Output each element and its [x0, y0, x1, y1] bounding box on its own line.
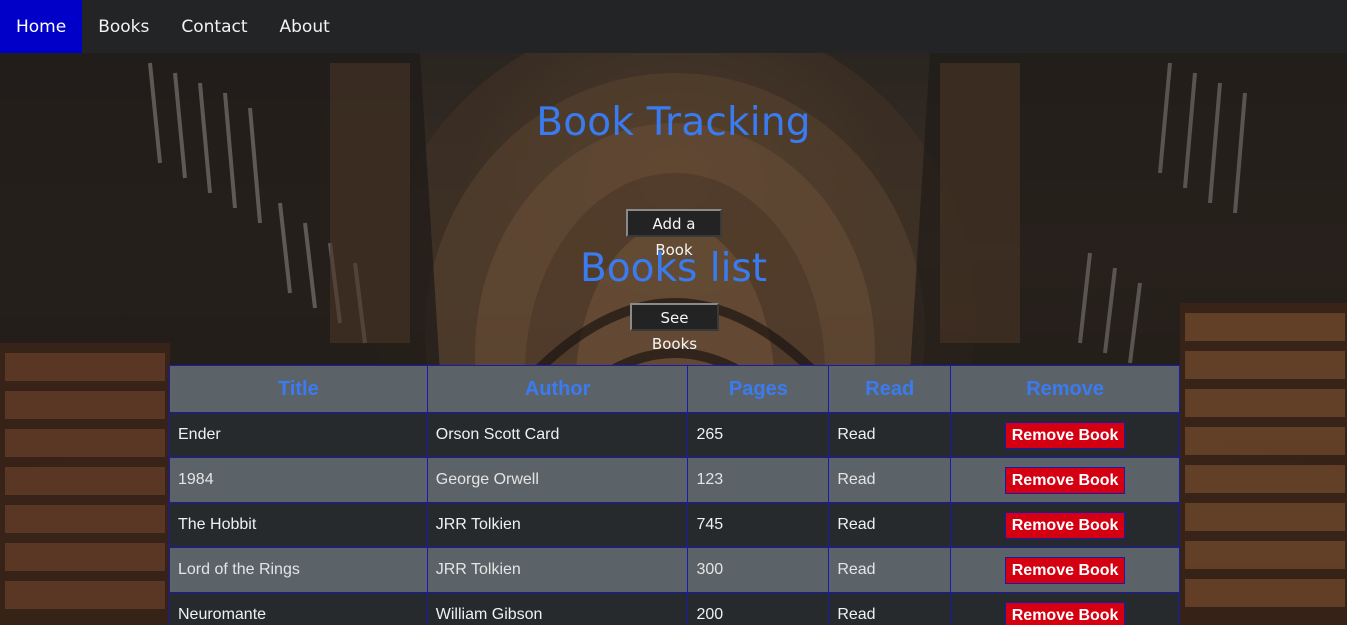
cell-read: Read: [828, 547, 952, 593]
remove-book-button[interactable]: Remove Book: [1004, 466, 1126, 494]
column-header-title: Title: [169, 365, 428, 413]
top-navigation-bar: Home Books Contact About: [0, 0, 1347, 53]
cell-author: Orson Scott Card: [426, 412, 689, 458]
cell-author: William Gibson: [426, 592, 689, 625]
cell-remove: Remove Book: [950, 502, 1180, 548]
table-row: The Hobbit JRR Tolkien 745 Read Remove B…: [169, 502, 1180, 548]
cell-title: Neuromante: [169, 592, 428, 625]
cell-title: The Hobbit: [169, 502, 428, 548]
cell-remove: Remove Book: [950, 412, 1180, 458]
cell-title: 1984: [169, 457, 428, 503]
cell-read: Read: [828, 457, 952, 503]
column-header-read: Read: [828, 365, 952, 413]
cell-pages: 745: [687, 502, 830, 548]
cell-remove: Remove Book: [950, 592, 1180, 625]
column-header-author: Author: [426, 365, 689, 413]
cell-read: Read: [828, 412, 952, 458]
table-row: Ender Orson Scott Card 265 Read Remove B…: [169, 412, 1180, 458]
remove-book-button[interactable]: Remove Book: [1004, 421, 1126, 449]
cell-author: JRR Tolkien: [426, 547, 689, 593]
remove-book-button[interactable]: Remove Book: [1004, 601, 1126, 625]
column-header-pages: Pages: [687, 365, 830, 413]
cell-read: Read: [828, 502, 952, 548]
cell-author: George Orwell: [426, 457, 689, 503]
table-row: Neuromante William Gibson 200 Read Remov…: [169, 592, 1180, 625]
cell-title: Ender: [169, 412, 428, 458]
cell-pages: 300: [687, 547, 830, 593]
remove-book-button[interactable]: Remove Book: [1004, 556, 1126, 584]
cell-pages: 123: [687, 457, 830, 503]
cell-title: Lord of the Rings: [169, 547, 428, 593]
add-book-button[interactable]: Add a Book: [626, 209, 722, 259]
remove-book-button[interactable]: Remove Book: [1004, 511, 1126, 539]
books-table: Title Author Pages Read Remove Ender Ors…: [169, 365, 1180, 625]
cell-remove: Remove Book: [950, 457, 1180, 503]
see-books-button[interactable]: See Books: [630, 303, 719, 353]
nav-link-home[interactable]: Home: [0, 0, 83, 53]
cell-pages: 265: [687, 412, 830, 458]
cell-remove: Remove Book: [950, 547, 1180, 593]
table-row: Lord of the Rings JRR Tolkien 300 Read R…: [169, 547, 1180, 593]
cell-read: Read: [828, 592, 952, 625]
cell-pages: 200: [687, 592, 830, 625]
books-list-heading: Books list: [579, 246, 768, 291]
nav-link-about[interactable]: About: [264, 0, 346, 53]
nav-link-contact[interactable]: Contact: [165, 0, 263, 53]
page-title: Book Tracking: [536, 100, 811, 145]
table-header-row: Title Author Pages Read Remove: [169, 365, 1180, 413]
nav-link-books[interactable]: Books: [82, 0, 165, 53]
column-header-remove: Remove: [950, 365, 1180, 413]
table-row: 1984 George Orwell 123 Read Remove Book: [169, 457, 1180, 503]
cell-author: JRR Tolkien: [426, 502, 689, 548]
